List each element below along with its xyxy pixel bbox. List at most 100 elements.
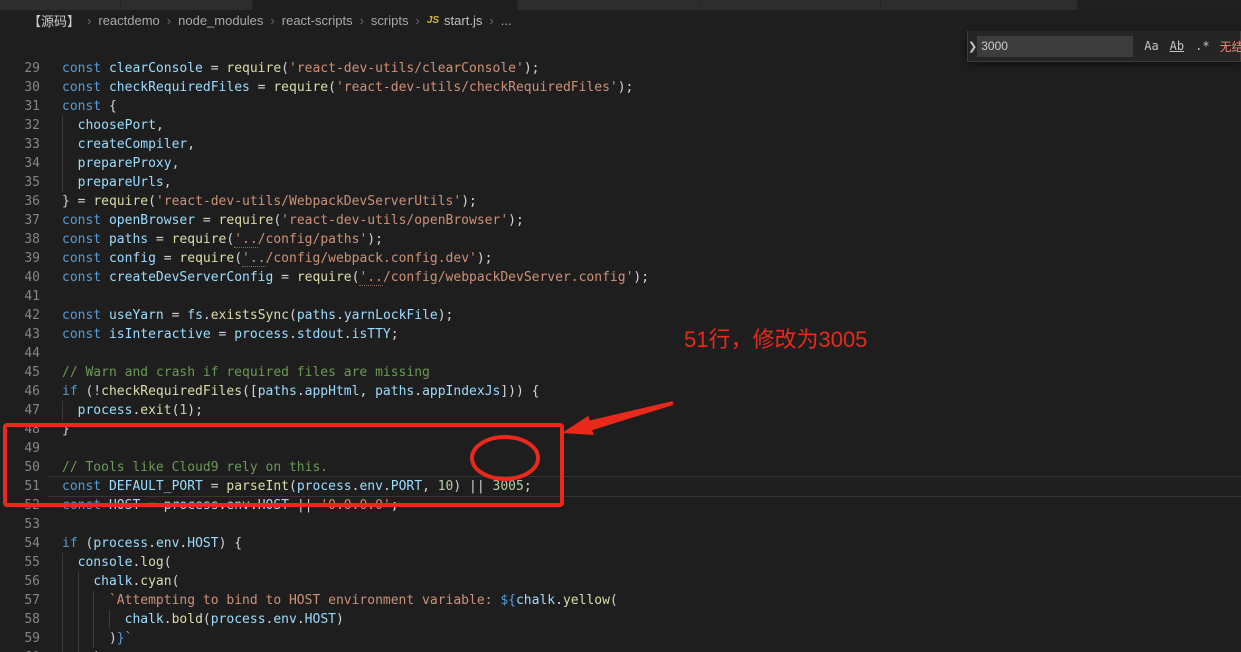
code-line-31[interactable]: const { (0, 97, 1241, 116)
breadcrumb-separator-icon: › (270, 13, 274, 28)
tab-item[interactable] (0, 0, 120, 10)
token: ); (461, 194, 477, 209)
token: yellow (563, 593, 610, 608)
token: } = (62, 194, 93, 209)
breadcrumb-separator-icon: › (360, 13, 364, 28)
find-results-label: 无结果 (1220, 38, 1241, 55)
breadcrumb-item-folder-4[interactable]: scripts (371, 13, 409, 28)
token: cyan (140, 574, 171, 589)
breadcrumb-item-folder-3[interactable]: react-scripts (282, 13, 353, 28)
token: '.. (359, 270, 382, 286)
token: appIndexJs (422, 384, 500, 399)
code-line-52[interactable]: const HOST = process.env.HOST || '0.0.0.… (0, 496, 1241, 515)
token: require (226, 61, 281, 76)
token: (! (78, 384, 101, 399)
code-line-33[interactable]: createCompiler, (0, 135, 1241, 154)
breadcrumb-item-file-5[interactable]: start.js (444, 13, 482, 28)
code-line-35[interactable]: prepareUrls, (0, 173, 1241, 192)
code-line-36[interactable]: } = require('react-dev-utils/WebpackDevS… (0, 192, 1241, 211)
code-line-53[interactable] (0, 515, 1241, 534)
breadcrumb-item-folder-2[interactable]: node_modules (178, 13, 263, 28)
token: const (62, 99, 109, 114)
whole-word-icon[interactable]: Ab (1170, 39, 1184, 53)
code-line-43[interactable]: const isInteractive = process.stdout.isT… (0, 325, 1241, 344)
breadcrumb-item-prefix-0[interactable]: 【源码】 (28, 11, 80, 30)
breadcrumb-separator-icon: › (167, 13, 171, 28)
tab-item[interactable] (701, 0, 880, 10)
code-line-47[interactable]: process.exit(1); (0, 401, 1241, 420)
code-line-51[interactable]: const DEFAULT_PORT = parseInt(process.en… (0, 477, 1241, 496)
code-line-60[interactable]: ) (0, 648, 1241, 652)
code-line-40[interactable]: const createDevServerConfig = require('.… (0, 268, 1241, 287)
token: paths (258, 384, 297, 399)
indent-guide (62, 572, 63, 591)
code-line-34[interactable]: prepareProxy, (0, 154, 1241, 173)
token: paths (297, 308, 336, 323)
token: ( (172, 574, 180, 589)
indent-guide (62, 591, 63, 610)
tab-item[interactable] (881, 0, 1077, 10)
token: stdout (297, 327, 344, 342)
token: require (297, 270, 352, 285)
find-input[interactable] (977, 36, 1133, 57)
indent-guide (78, 591, 79, 610)
code-line-57[interactable]: `Attempting to bind to HOST environment … (0, 591, 1241, 610)
token: const (62, 232, 109, 247)
code-line-54[interactable]: if (process.env.HOST) { (0, 534, 1241, 553)
code-line-55[interactable]: console.log( (0, 553, 1241, 572)
token: useYarn (109, 308, 164, 323)
token: 'react-dev-utils/clearConsole' (289, 61, 524, 76)
token: paths (109, 232, 148, 247)
token: ; (391, 498, 399, 513)
token: , (422, 479, 438, 494)
breadcrumb-item-ellipsis-6[interactable]: ... (501, 13, 512, 28)
token: const (62, 498, 109, 513)
tab-strip (0, 0, 1241, 10)
token: 'react-dev-utils/checkRequiredFiles' (336, 80, 618, 95)
code-line-39[interactable]: const config = require('../config/webpac… (0, 249, 1241, 268)
code-line-58[interactable]: chalk.bold(process.env.HOST) (0, 610, 1241, 629)
toggle-replace-chevron-icon[interactable]: ❯ (968, 40, 977, 53)
tab-item[interactable] (253, 0, 517, 10)
editor[interactable]: 2930313233343536373839404142434445464748… (0, 30, 1241, 652)
token: . (383, 479, 391, 494)
code-line-50[interactable]: // Tools like Cloud9 rely on this. (0, 458, 1241, 477)
token: checkRequiredFiles (101, 384, 242, 399)
breadcrumb-item-folder-1[interactable]: reactdemo (98, 13, 159, 28)
code-line-56[interactable]: chalk.cyan( (0, 572, 1241, 591)
token: /config/webpack.config.dev' (266, 251, 477, 266)
code-line-59[interactable]: )}` (0, 629, 1241, 648)
regex-icon[interactable]: .* (1195, 39, 1209, 53)
code-line-38[interactable]: const paths = require('../config/paths')… (0, 230, 1241, 249)
tab-item[interactable] (121, 0, 252, 10)
token: log (140, 555, 163, 570)
match-case-icon[interactable]: Aa (1144, 39, 1158, 53)
code-line-49[interactable] (0, 439, 1241, 458)
token: /config/webpackDevServer.config' (383, 270, 633, 285)
token: HOST (305, 612, 336, 627)
code-line-41[interactable] (0, 287, 1241, 306)
token: 'react-dev-utils/WebpackDevServerUtils' (156, 194, 461, 209)
token: , (164, 175, 172, 190)
code-line-48[interactable]: } (0, 420, 1241, 439)
token: DEFAULT_PORT (109, 479, 203, 494)
code-line-32[interactable]: choosePort, (0, 116, 1241, 135)
code-line-42[interactable]: const useYarn = fs.existsSync(paths.yarn… (0, 306, 1241, 325)
code-line-37[interactable]: const openBrowser = require('react-dev-u… (0, 211, 1241, 230)
code-line-45[interactable]: // Warn and crash if required files are … (0, 363, 1241, 382)
code-line-30[interactable]: const checkRequiredFiles = require('reac… (0, 78, 1241, 97)
token: = (203, 61, 226, 76)
token: ( (234, 251, 242, 266)
code-line-46[interactable]: if (!checkRequiredFiles([paths.appHtml, … (0, 382, 1241, 401)
token: yarnLockFile (344, 308, 438, 323)
code-line-44[interactable] (0, 344, 1241, 363)
token: const (62, 213, 109, 228)
token: . (164, 612, 172, 627)
tab-item[interactable] (518, 0, 700, 10)
token: process (234, 327, 289, 342)
token: 10 (438, 479, 454, 494)
token: bold (172, 612, 203, 627)
token: console (78, 555, 133, 570)
token: parseInt (226, 479, 289, 494)
token: . (297, 612, 305, 627)
